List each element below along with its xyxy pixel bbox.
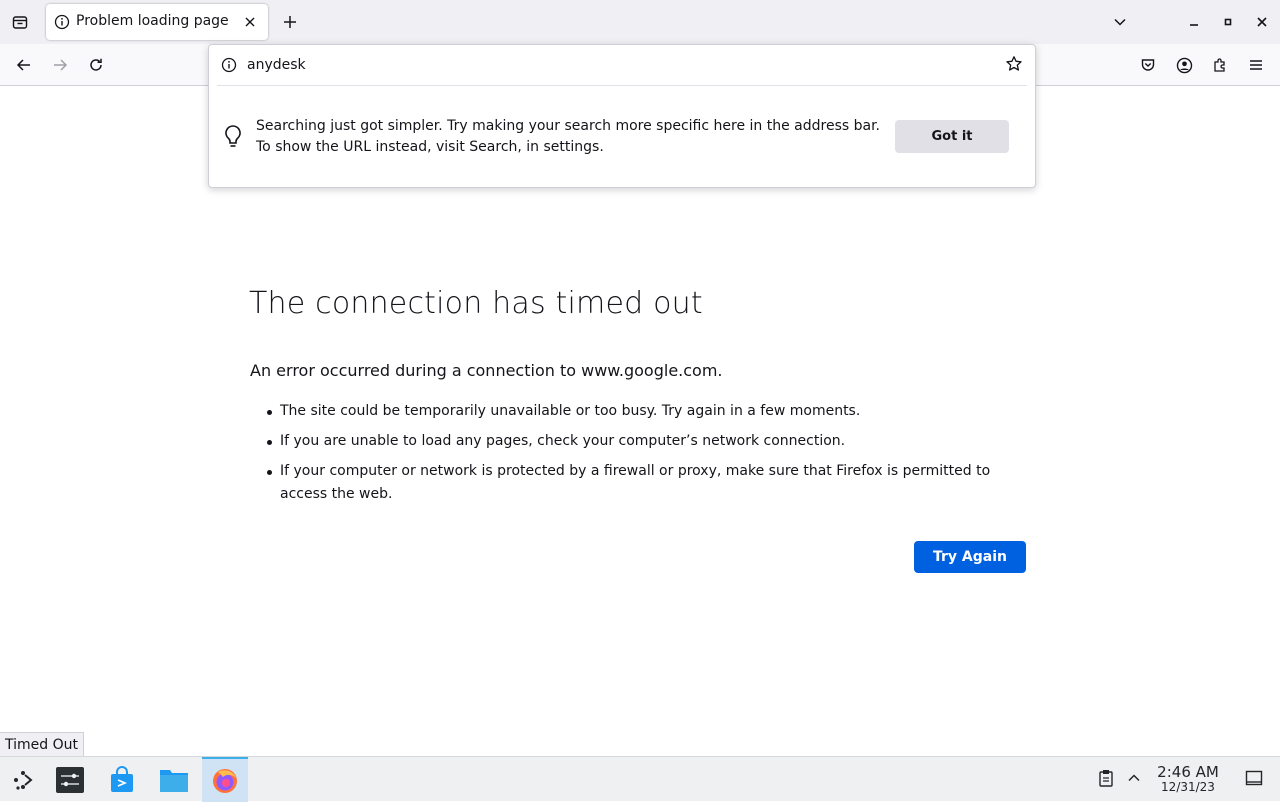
clipboard-icon[interactable]	[1095, 767, 1117, 789]
address-bar-input[interactable]	[247, 53, 987, 77]
close-window-icon[interactable]	[1250, 10, 1274, 34]
info-icon	[54, 14, 70, 30]
close-tab-icon[interactable]	[241, 13, 259, 31]
discover-store-icon[interactable]	[99, 759, 145, 801]
app-launcher-icon[interactable]	[0, 759, 46, 801]
divider	[217, 85, 1027, 86]
menu-icon[interactable]	[1243, 52, 1269, 78]
clock-time[interactable]: 2:46 AM	[1150, 763, 1226, 781]
status-tooltip: Timed Out	[0, 732, 84, 758]
search-tip-line: Searching just got simpler. Try making y…	[256, 118, 880, 134]
extensions-icon[interactable]	[1207, 52, 1233, 78]
system-settings-icon[interactable]	[47, 759, 93, 801]
firefox-taskbar-icon[interactable]	[202, 757, 248, 802]
firefox-view-icon[interactable]	[6, 8, 34, 36]
account-icon[interactable]	[1171, 52, 1197, 78]
lightbulb-icon	[221, 123, 245, 151]
search-tip-text: Searching just got simpler. Try making y…	[256, 116, 880, 158]
list-all-tabs-icon[interactable]	[1108, 10, 1132, 34]
tab-problem-loading-page[interactable]: Problem loading page	[46, 4, 268, 40]
error-suggestions: The site could be temporarily unavailabl…	[265, 400, 1025, 513]
error-title: The connection has timed out	[249, 286, 703, 321]
got-it-button[interactable]: Got it	[895, 120, 1009, 153]
reload-icon[interactable]	[83, 52, 109, 78]
show-desktop-icon[interactable]	[1243, 767, 1265, 789]
file-manager-icon[interactable]	[151, 759, 197, 801]
list-item: If your computer or network is protected…	[265, 460, 1025, 506]
new-tab-button[interactable]	[278, 10, 302, 34]
show-hidden-icons-icon[interactable]	[1123, 767, 1145, 789]
clock-date[interactable]: 12/31/23	[1150, 780, 1226, 794]
pocket-icon[interactable]	[1135, 52, 1161, 78]
tab-title: Problem loading page	[76, 13, 229, 29]
list-item: If you are unable to load any pages, che…	[265, 430, 1025, 453]
site-info-icon[interactable]	[221, 57, 237, 73]
tab-strip: Problem loading page	[0, 0, 1280, 44]
taskbar	[0, 756, 1280, 802]
error-description: An error occurred during a connection to…	[250, 361, 723, 380]
back-icon[interactable]	[11, 52, 37, 78]
forward-icon[interactable]	[47, 52, 73, 78]
urlbar-dropdown: Searching just got simpler. Try making y…	[208, 44, 1036, 188]
try-again-button[interactable]: Try Again	[914, 541, 1026, 573]
search-tip-line: To show the URL instead, visit Search, i…	[256, 139, 604, 155]
bookmark-star-icon[interactable]	[1005, 55, 1025, 75]
minimize-icon[interactable]	[1182, 10, 1206, 34]
maximize-icon[interactable]	[1216, 10, 1240, 34]
list-item: The site could be temporarily unavailabl…	[265, 400, 1025, 423]
